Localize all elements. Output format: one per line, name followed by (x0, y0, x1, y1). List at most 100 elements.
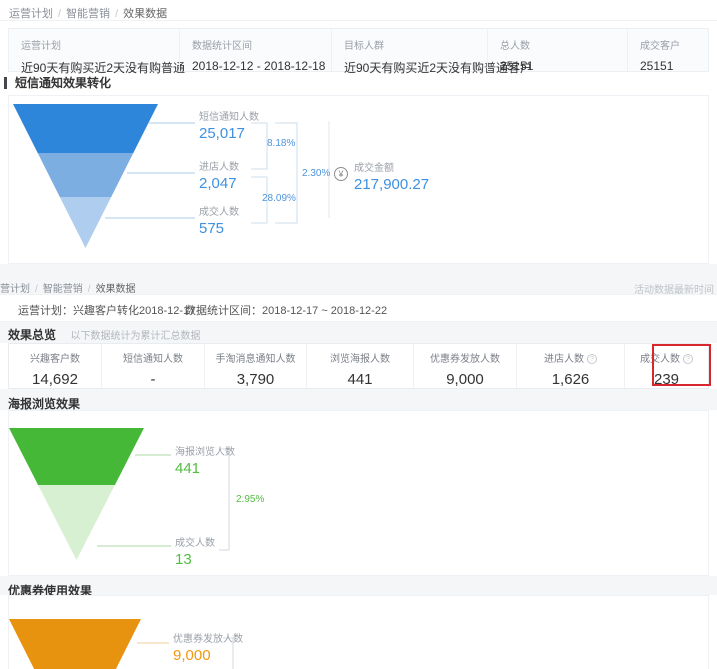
funnel-stage-value: 25,017 (199, 125, 259, 142)
breadcrumb-item-marketing[interactable]: 智能营销 (66, 8, 110, 20)
funnel-stage-value: 575 (199, 220, 239, 237)
stat-label: 手淘消息通知人数 (205, 350, 306, 365)
dashboard-page: 运营计划/智能营销/效果数据 运营计划 近90天有购买近2天没有购普通 数据统计… (0, 0, 717, 669)
conversion-rate-1: 8.18% (267, 138, 295, 149)
info-col-deal-customers: 成交客户 25151 (627, 29, 708, 71)
funnel-stage-value: 13 (175, 551, 215, 568)
funnel-segment-poster-views[interactable] (9, 428, 144, 485)
stat-label: 兴趣客户数 (9, 350, 101, 365)
stat-poster-views: 浏览海报人数 441 (306, 344, 413, 388)
stat-store-visits: 进店人数? 1,626 (516, 344, 624, 388)
overall-conversion-rate: 2.95% (236, 494, 264, 505)
overview-header: 效果总览 以下数据统计为累计汇总数据 (8, 326, 200, 344)
info-col-plan: 运营计划 近90天有购买近2天没有购普通 (9, 29, 179, 71)
breadcrumb-item-current: 效果数据 (123, 8, 167, 20)
coupon-title-band: 优惠券使用效果 (0, 576, 717, 595)
breadcrumb: 运营计划/智能营销/效果数据 (9, 5, 167, 21)
stat-label: 优惠券发放人数 (414, 350, 516, 365)
stat-interest-customers: 兴趣客户数 14,692 (9, 344, 101, 388)
deal-amount: 成交金额 217,900.27 (354, 159, 429, 193)
plan-label: 运营计划： (18, 305, 73, 317)
breadcrumb-item-plan[interactable]: 运营计划 (9, 8, 53, 20)
conversion-rate-2: 28.09% (262, 193, 296, 204)
stat-value: 3,790 (205, 371, 306, 388)
deal-amount-label: 成交金额 (354, 159, 429, 174)
funnel-stage: 进店人数 2,047 (199, 158, 239, 192)
funnel-stage-label: 进店人数 (199, 158, 239, 173)
info-value: 2018-12-12 - 2018-12-18 (192, 59, 331, 73)
funnel-segment-store-visits[interactable] (38, 153, 134, 197)
poster-title-band: 海报浏览效果 (0, 389, 717, 410)
info-value: 25151 (640, 59, 708, 73)
stat-deals: 成交人数? 239 (624, 344, 708, 388)
info-label: 运营计划 (21, 37, 179, 52)
stat-label: 进店人数? (517, 350, 624, 365)
info-label: 目标人群 (344, 37, 487, 52)
range-label: 数据统计区间： (185, 305, 262, 317)
question-circle-icon[interactable]: ? (587, 354, 597, 364)
campaign-info-bar: 运营计划 近90天有购买近2天没有购普通 数据统计区间 2018-12-12 -… (8, 28, 709, 72)
info-col-range: 数据统计区间 2018-12-12 - 2018-12-18 (179, 29, 331, 71)
stat-label: 短信通知人数 (102, 350, 204, 365)
stat-value: 9,000 (414, 371, 516, 388)
coupon-funnel-chart (9, 596, 309, 669)
breadcrumb-2: 营计划/智能营销/效果数据 (0, 280, 136, 295)
overview-note: 以下数据统计为累计汇总数据 (70, 331, 200, 342)
poster-funnel-card: 海报浏览人数 441 成交人数 13 2.95% (8, 410, 709, 576)
info-col-total: 总人数 25151 (487, 29, 627, 71)
info-value: 近90天有购买近2天没有购普通客户 (344, 59, 487, 76)
section-title-text: 短信通知效果转化 (15, 74, 111, 91)
funnel-stage: 成交人数 575 (199, 203, 239, 237)
funnel-segment-deals[interactable] (38, 485, 115, 560)
question-circle-icon[interactable]: ? (683, 354, 693, 364)
info-label: 成交客户 (640, 37, 708, 52)
stat-value: 239 (625, 371, 708, 388)
stat-taobao-message: 手淘消息通知人数 3,790 (204, 344, 306, 388)
sms-funnel-card: 短信通知人数 25,017 进店人数 2,047 成交人数 575 8.18% … (8, 95, 709, 264)
stat-value: - (102, 371, 204, 388)
breadcrumb-separator: / (53, 8, 66, 20)
plan-name: 运营计划：兴趣客户转化2018-12-17 (18, 302, 195, 318)
range-value: 2018-12-17 ~ 2018-12-22 (262, 305, 387, 317)
breadcrumb-separator: / (110, 8, 123, 20)
stat-label: 成交人数? (625, 350, 708, 365)
title-bar-accent (4, 77, 7, 89)
funnel-stage-label: 优惠券发放人数 (173, 630, 243, 645)
poster-funnel-chart (9, 411, 309, 571)
funnel-stage-value: 9,000 (173, 647, 243, 664)
info-value: 25151 (500, 59, 627, 73)
stat-coupons-issued: 优惠券发放人数 9,000 (413, 344, 516, 388)
info-label: 总人数 (500, 37, 627, 52)
funnel-segment-sms-notified[interactable] (13, 104, 158, 153)
stat-value: 14,692 (9, 371, 101, 388)
stat-value: 1,626 (517, 371, 624, 388)
stat-sms-notified: 短信通知人数 - (101, 344, 204, 388)
yen-circle-icon: ¥ (334, 167, 348, 181)
plan-info-strip: 运营计划：兴趣客户转化2018-12-17 数据统计区间：2018-12-17 … (0, 294, 717, 322)
funnel-stage-label: 成交人数 (175, 534, 215, 549)
stat-value: 441 (307, 371, 413, 388)
coupon-funnel-card: 优惠券发放人数 9,000 (8, 595, 709, 669)
overview-title: 效果总览 (8, 328, 56, 342)
funnel-segment-deals[interactable] (60, 197, 111, 248)
funnel-stage: 成交人数 13 (175, 534, 215, 568)
stat-label: 浏览海报人数 (307, 350, 413, 365)
section-title-sms-funnel: 短信通知效果转化 (4, 74, 111, 91)
funnel-stage: 短信通知人数 25,017 (199, 108, 259, 142)
info-col-audience: 目标人群 近90天有购买近2天没有购普通客户 (331, 29, 487, 71)
overview-stats-row: 兴趣客户数 14,692 短信通知人数 - 手淘消息通知人数 3,790 浏览海… (8, 343, 709, 389)
funnel-segment-coupons-issued[interactable] (9, 619, 141, 669)
funnel-stage-value: 441 (175, 460, 235, 477)
section2-header-band: 营计划/智能营销/效果数据 活动数据最新时间 2018-12 运营计划：兴趣客户… (0, 264, 717, 343)
overall-conversion-rate: 2.30% (302, 168, 330, 179)
funnel-stage-label: 成交人数 (199, 203, 239, 218)
funnel-stage-label: 海报浏览人数 (175, 443, 235, 458)
plan-value: 兴趣客户转化2018-12-17 (73, 305, 195, 317)
funnel-stage-label: 短信通知人数 (199, 108, 259, 123)
funnel-stage: 优惠券发放人数 9,000 (173, 630, 243, 664)
funnel-stage: 海报浏览人数 441 (175, 443, 235, 477)
funnel-stage-value: 2,047 (199, 175, 239, 192)
deal-amount-value: 217,900.27 (354, 176, 429, 193)
date-range: 数据统计区间：2018-12-17 ~ 2018-12-22 (185, 302, 387, 318)
info-label: 数据统计区间 (192, 37, 331, 52)
